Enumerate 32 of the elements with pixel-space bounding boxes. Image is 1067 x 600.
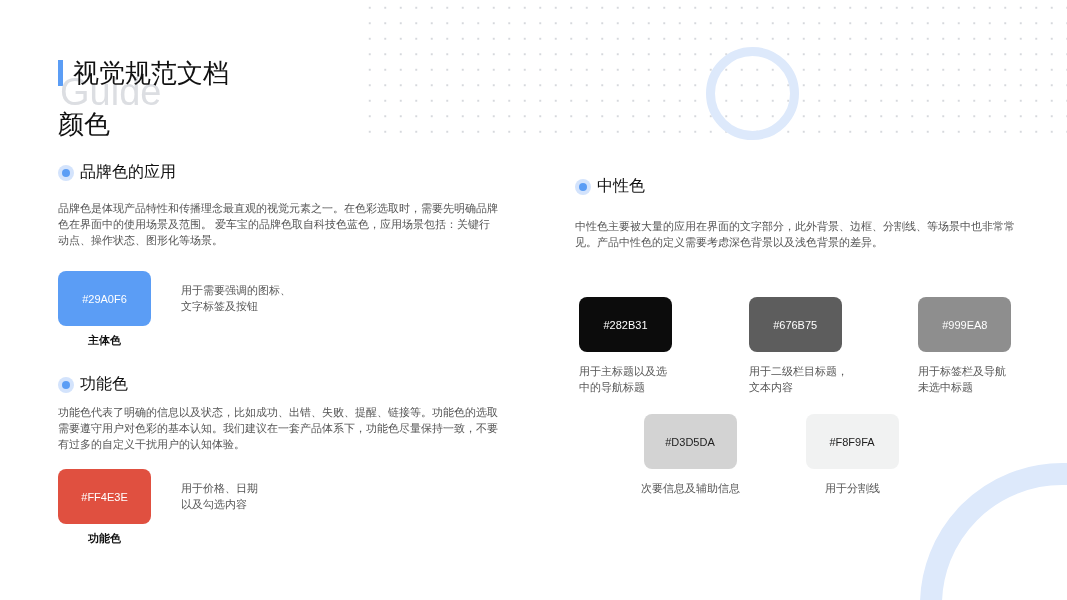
section-heading: 中性色 bbox=[597, 176, 645, 197]
usage-text: 用于分割线 bbox=[824, 481, 880, 497]
description-text: 中性色主要被大量的应用在界面的文字部分，此外背景、边框、分割线、等场景中也非常常见。产品中性色的定义需要考虑深色背景以及浅色背景的差异。 bbox=[575, 219, 1016, 251]
usage-text: 用于标签栏及导航 bbox=[918, 364, 1007, 380]
description-text: 品牌色是体现产品特性和传播理念最直观的视觉元素之一。在色彩选取时，需要先明确品牌色在界面中的使用场景及范围。 爱车宝的品牌色取自科技色蓝色，应用场景包括：关键行动点、操作状态、图形化等场景。 bbox=[58, 201, 498, 249]
color-swatch: #999EA8 bbox=[918, 297, 1012, 352]
usage-text: 用于价格、日期 bbox=[181, 481, 258, 497]
description-text: 功能色代表了明确的信息以及状态，比如成功、出错、失败、提醒、链接等。功能色的选取需要遵守用户对色彩的基本认知。我们建议在一套产品体系下，功能色尽量保持一致，不要有过多的自定义干扰用户的认知体验。 bbox=[58, 405, 498, 453]
section-title: 颜色 bbox=[58, 108, 111, 141]
color-swatch: #29A0F6 bbox=[58, 271, 151, 326]
color-swatch: #F8F9FA bbox=[805, 414, 899, 469]
color-swatch: #D3D5DA bbox=[643, 414, 737, 469]
usage-text: 用于主标题以及选 bbox=[579, 364, 667, 380]
swatch-label: 主体色 bbox=[88, 333, 121, 348]
color-swatch: #FF4E3E bbox=[58, 469, 151, 524]
color-swatch: #676B75 bbox=[748, 297, 842, 352]
bullet-icon bbox=[62, 168, 70, 177]
usage-text: 文字标签及按钮 bbox=[181, 299, 259, 315]
bullet-icon bbox=[62, 380, 70, 389]
usage-text: 中的导航标题 bbox=[579, 380, 645, 396]
color-swatch: #282B31 bbox=[579, 297, 672, 352]
usage-text: 文本内容 bbox=[748, 380, 793, 396]
accent-bar bbox=[58, 60, 63, 86]
section-heading: 品牌色的应用 bbox=[80, 162, 176, 183]
usage-text: 未选中标题 bbox=[918, 380, 974, 396]
usage-text: 次要信息及辅助信息 bbox=[640, 481, 740, 497]
usage-text: 用于二级栏目标题， bbox=[748, 364, 848, 380]
bullet-icon bbox=[579, 182, 587, 191]
usage-text: 用于需要强调的图标、 bbox=[181, 283, 291, 299]
swatch-label: 功能色 bbox=[88, 531, 121, 546]
section-heading: 功能色 bbox=[80, 374, 128, 395]
usage-text: 以及勾选内容 bbox=[181, 497, 248, 513]
